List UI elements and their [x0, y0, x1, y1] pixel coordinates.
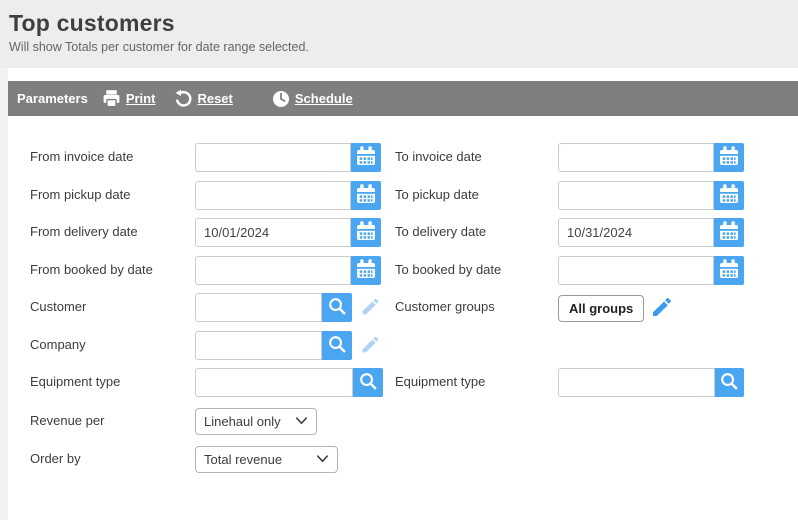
pencil-icon [360, 334, 381, 358]
calendar-icon [354, 219, 378, 246]
from-booked-by-date-calendar-button[interactable] [351, 256, 381, 285]
reset-icon [172, 88, 193, 109]
parameters-label: Parameters [17, 91, 88, 106]
customer-groups-label: Customer groups [395, 299, 553, 314]
from-invoice-date-input[interactable] [195, 143, 351, 172]
from-booked-by-date-label: From booked by date [30, 262, 190, 277]
calendar-icon [717, 257, 741, 284]
customer-groups-button[interactable]: All groups [558, 295, 644, 322]
customer-groups-field: All groups [558, 294, 674, 323]
revenue-per-label: Revenue per [30, 413, 190, 428]
equipment-type-left-field [195, 368, 383, 397]
order-by-select[interactable]: Total revenue [195, 446, 338, 473]
equipment-type-right-search-button[interactable] [715, 368, 744, 397]
to-booked-by-date-label: To booked by date [395, 262, 553, 277]
parameters-toolbar: Parameters Print Reset [8, 81, 798, 116]
to-pickup-date-label: To pickup date [395, 187, 553, 202]
customer-search-button[interactable] [322, 293, 352, 322]
to-booked-by-date-input[interactable] [558, 256, 714, 285]
from-booked-by-date-input[interactable] [195, 256, 351, 285]
from-invoice-date-calendar-button[interactable] [351, 143, 381, 172]
company-field [195, 331, 381, 360]
reset-button[interactable]: Reset [172, 88, 232, 109]
page-header: Top customers Will show Totals per custo… [0, 0, 798, 68]
customer-label: Customer [30, 299, 190, 314]
search-icon [326, 295, 349, 321]
search-icon [326, 333, 349, 359]
report-parameters-panel: Parameters Print Reset [8, 68, 798, 520]
from-pickup-date-field [195, 181, 381, 210]
company-label: Company [30, 337, 190, 352]
equipment-type-right-input[interactable] [558, 368, 715, 397]
to-booked-by-date-field [558, 256, 744, 285]
to-pickup-date-calendar-button[interactable] [714, 181, 744, 210]
from-invoice-date-label: From invoice date [30, 149, 190, 164]
to-delivery-date-input[interactable] [558, 218, 714, 247]
calendar-icon [354, 182, 378, 209]
from-delivery-date-input[interactable] [195, 218, 351, 247]
schedule-button[interactable]: Schedule [271, 89, 353, 109]
pencil-icon [360, 296, 381, 320]
page-title: Top customers [9, 10, 798, 37]
company-edit-button[interactable] [360, 334, 381, 358]
to-booked-by-date-calendar-button[interactable] [714, 256, 744, 285]
to-pickup-date-field [558, 181, 744, 210]
schedule-label: Schedule [295, 91, 353, 106]
calendar-icon [354, 144, 378, 171]
calendar-icon [717, 182, 741, 209]
to-invoice-date-input[interactable] [558, 143, 714, 172]
from-delivery-date-label: From delivery date [30, 224, 190, 239]
reset-label: Reset [197, 91, 232, 106]
revenue-per-select[interactable]: Linehaul only [195, 408, 317, 435]
equipment-type-left-search-button[interactable] [353, 368, 383, 397]
pencil-icon [650, 295, 674, 322]
order-by-selected-value: Total revenue [204, 452, 282, 467]
customer-field [195, 293, 381, 322]
equipment-type-right-label: Equipment type [395, 374, 553, 389]
to-delivery-date-field [558, 218, 744, 247]
customer-groups-edit-button[interactable] [650, 295, 674, 322]
chevron-down-icon [294, 414, 309, 429]
from-invoice-date-field [195, 143, 381, 172]
search-icon [357, 370, 380, 396]
to-invoice-date-label: To invoice date [395, 149, 553, 164]
from-pickup-date-calendar-button[interactable] [351, 181, 381, 210]
chevron-down-icon [315, 452, 330, 467]
customer-input[interactable] [195, 293, 322, 322]
company-input[interactable] [195, 331, 322, 360]
calendar-icon [717, 144, 741, 171]
to-delivery-date-label: To delivery date [395, 224, 553, 239]
equipment-type-left-input[interactable] [195, 368, 353, 397]
calendar-icon [354, 257, 378, 284]
revenue-per-selected-value: Linehaul only [204, 414, 281, 429]
order-by-label: Order by [30, 451, 190, 466]
from-delivery-date-calendar-button[interactable] [351, 218, 381, 247]
left-margin-strip [0, 68, 8, 520]
company-search-button[interactable] [322, 331, 352, 360]
equipment-type-right-field [558, 368, 744, 397]
from-pickup-date-input[interactable] [195, 181, 351, 210]
from-booked-by-date-field [195, 256, 381, 285]
clock-icon [271, 89, 291, 109]
to-invoice-date-field [558, 143, 744, 172]
to-pickup-date-input[interactable] [558, 181, 714, 210]
to-delivery-date-calendar-button[interactable] [714, 218, 744, 247]
search-icon [718, 370, 741, 396]
print-button[interactable]: Print [101, 88, 156, 109]
page-subtitle: Will show Totals per customer for date r… [9, 40, 798, 54]
print-label: Print [126, 91, 156, 106]
calendar-icon [717, 219, 741, 246]
printer-icon [101, 88, 122, 109]
to-invoice-date-calendar-button[interactable] [714, 143, 744, 172]
from-pickup-date-label: From pickup date [30, 187, 190, 202]
from-delivery-date-field [195, 218, 381, 247]
customer-edit-button[interactable] [360, 296, 381, 320]
equipment-type-left-label: Equipment type [30, 374, 190, 389]
